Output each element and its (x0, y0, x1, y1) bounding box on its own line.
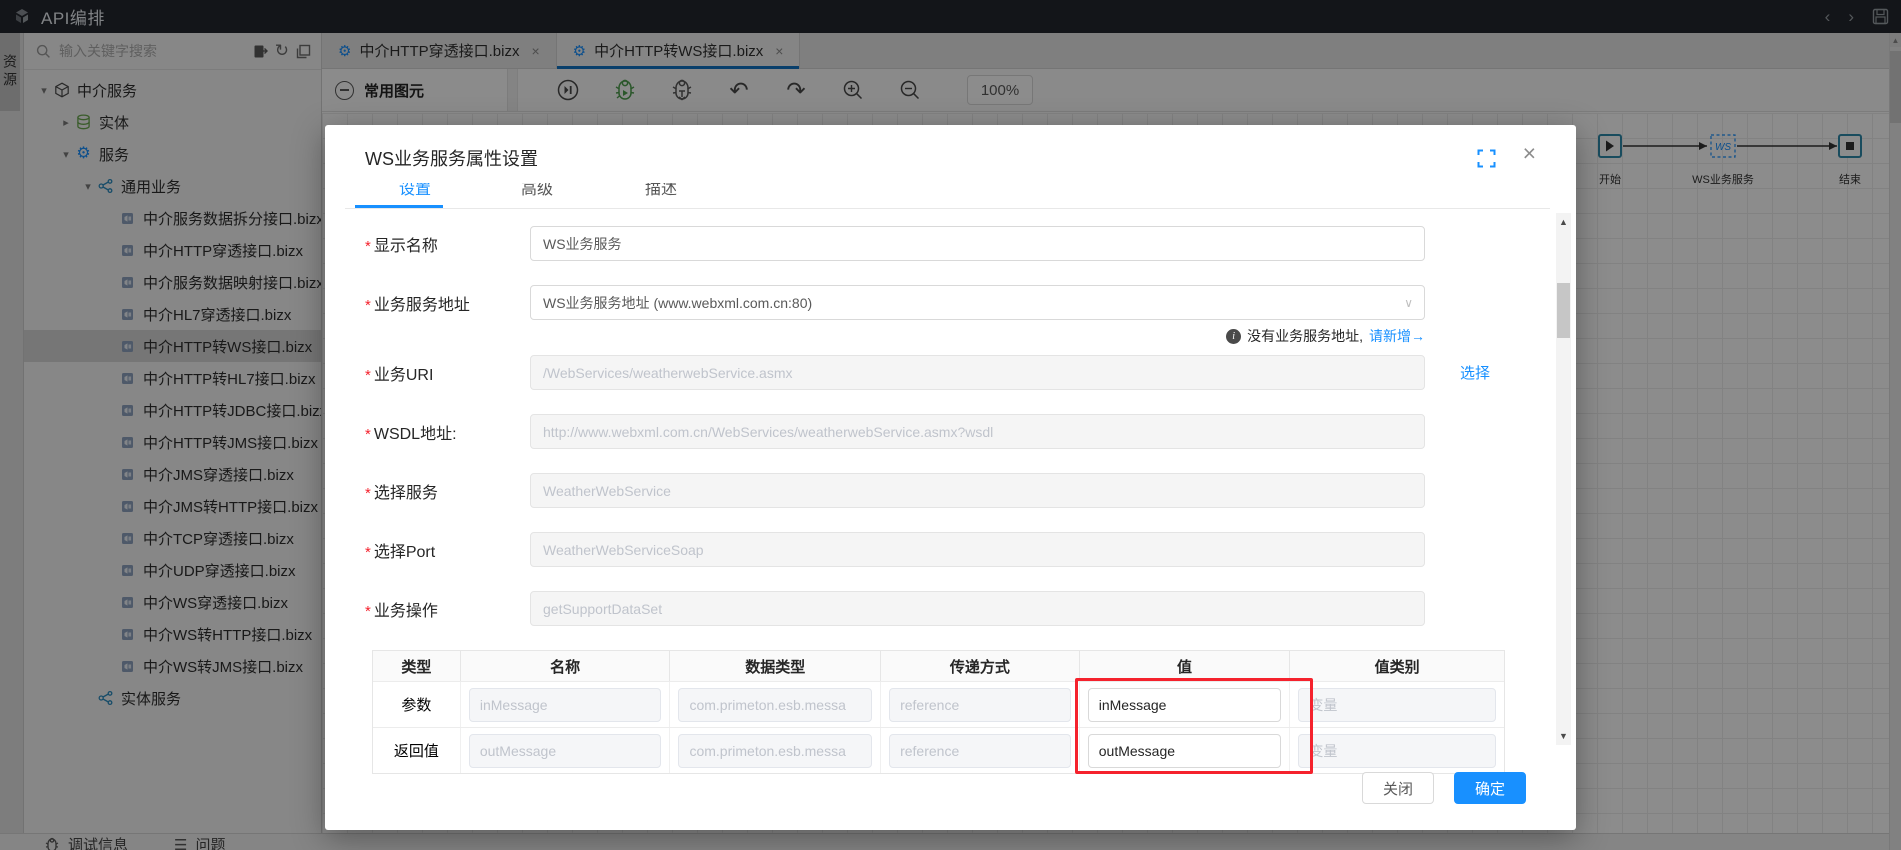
field-label: *选择Port (365, 538, 530, 562)
return-value-input[interactable] (1088, 734, 1282, 768)
table-header-row: 类型 名称 数据类型 传递方式 值 值类别 (373, 651, 1504, 681)
row-type-cell: 返回值 (373, 728, 461, 773)
return-value-kind-input (1298, 734, 1496, 768)
close-dialog-icon[interactable]: × (1523, 142, 1536, 165)
col-pass-mode: 传递方式 (881, 651, 1080, 681)
dialog-body: *显示名称 *业务服务地址 WS业务服务地址 (www.webxml.com.c… (365, 226, 1550, 774)
form-row-select-service: *选择服务 (365, 473, 1550, 508)
choose-link[interactable]: 选择 (1460, 362, 1490, 383)
form-row-wsdl-address: *WSDL地址: (365, 414, 1550, 449)
dialog-scrollbar[interactable]: ▲ ▼ (1556, 213, 1571, 745)
info-icon: i (1226, 329, 1241, 344)
select-service-input (530, 473, 1425, 508)
col-type: 类型 (373, 651, 461, 681)
table-row-parameter: 参数 (373, 681, 1504, 727)
return-data-type-input (678, 734, 872, 768)
business-uri-input (530, 355, 1425, 390)
parameters-table: 类型 名称 数据类型 传递方式 值 值类别 参数 返回值 (372, 650, 1505, 774)
fullscreen-icon[interactable] (1477, 149, 1496, 168)
return-name-input (469, 734, 662, 768)
field-label: *业务服务地址 (365, 291, 530, 315)
scrollbar-thumb[interactable] (1557, 283, 1570, 338)
ok-button[interactable]: 确定 (1454, 772, 1526, 804)
chevron-down-icon: ∨ (1404, 296, 1413, 310)
note-text: 没有业务服务地址, (1247, 326, 1363, 346)
dialog-footer: 关闭 确定 (1362, 772, 1526, 804)
form-row-service-address: *业务服务地址 WS业务服务地址 (www.webxml.com.cn:80) … (365, 285, 1550, 320)
close-button[interactable]: 关闭 (1362, 772, 1434, 804)
param-pass-mode-input (889, 688, 1071, 722)
service-address-select[interactable]: WS业务服务地址 (www.webxml.com.cn:80) ∨ (530, 285, 1425, 320)
form-row-business-uri: *业务URI 选择 (365, 355, 1550, 390)
wsdl-address-input (530, 414, 1425, 449)
app-window: API编排 ‹ › 资源 ↻ (0, 0, 1901, 850)
service-address-note: i 没有业务服务地址, 请新增→ (365, 326, 1425, 346)
tabs-divider (345, 208, 1550, 209)
scroll-up-icon[interactable]: ▲ (1556, 217, 1571, 227)
return-pass-mode-input (889, 734, 1071, 768)
table-row-return: 返回值 (373, 727, 1504, 773)
param-data-type-input (678, 688, 872, 722)
scroll-down-icon[interactable]: ▼ (1556, 731, 1571, 741)
select-port-input (530, 532, 1425, 567)
col-value: 值 (1080, 651, 1291, 681)
field-label: *业务URI (365, 361, 530, 385)
field-label: *业务操作 (365, 597, 530, 621)
field-label: *显示名称 (365, 232, 530, 256)
col-name: 名称 (461, 651, 671, 681)
tab-settings[interactable]: 设置 (399, 183, 431, 207)
col-value-kind: 值类别 (1290, 651, 1504, 681)
field-label: *选择服务 (365, 479, 530, 503)
field-label: *WSDL地址: (365, 420, 530, 444)
operation-input (530, 591, 1425, 626)
display-name-input[interactable] (530, 226, 1425, 261)
row-type-cell: 参数 (373, 682, 461, 727)
tab-description[interactable]: 描述 (645, 183, 677, 207)
param-name-input (469, 688, 662, 722)
col-data-type: 数据类型 (670, 651, 881, 681)
active-tab-underline (355, 205, 443, 208)
dialog-tabs: 设置 高级 描述 (351, 183, 1550, 207)
param-value-input[interactable] (1088, 688, 1282, 722)
dialog-title: WS业务服务属性设置 (365, 145, 538, 171)
param-value-kind-input (1298, 688, 1496, 722)
form-row-select-port: *选择Port (365, 532, 1550, 567)
form-row-display-name: *显示名称 (365, 226, 1550, 261)
form-row-operation: *业务操作 (365, 591, 1550, 626)
add-new-link[interactable]: 请新增→ (1369, 326, 1425, 346)
ws-service-properties-dialog: WS业务服务属性设置 × 设置 高级 描述 *显示名称 *业务服务地址 WS业务… (325, 125, 1576, 830)
tab-advanced[interactable]: 高级 (521, 183, 553, 207)
